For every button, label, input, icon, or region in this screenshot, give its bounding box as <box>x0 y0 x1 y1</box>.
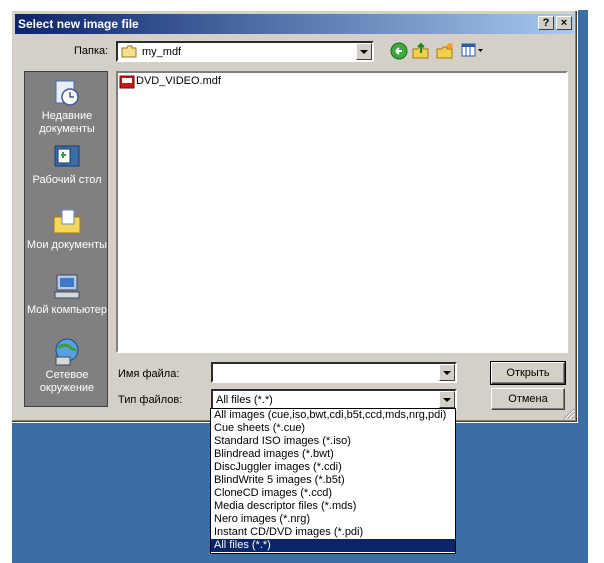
chevron-down-icon <box>360 49 368 54</box>
filetype-dropdown-list[interactable]: All images (cue,iso,bwt,cdi,b5t,ccd,mds,… <box>210 408 456 554</box>
open-button[interactable]: Открыть <box>490 361 566 385</box>
file-name: DVD_VIDEO.mdf <box>136 75 221 87</box>
dropdown-option[interactable]: Nero images (*.nrg) <box>211 513 455 526</box>
new-folder-icon[interactable] <box>436 42 454 60</box>
views-menu-icon[interactable] <box>461 43 485 59</box>
help-button[interactable]: ? <box>538 16 554 30</box>
dropdown-option-selected[interactable]: All files (*.*) <box>211 539 455 552</box>
chevron-down-icon <box>443 370 451 375</box>
mdf-file-icon <box>119 75 135 89</box>
right-margin <box>588 0 604 563</box>
filename-input[interactable] <box>211 362 457 383</box>
dialog-title: Select new image file <box>18 17 139 31</box>
cancel-button[interactable]: Отмена <box>491 388 565 410</box>
dropdown-option[interactable]: Media descriptor files (*.mds) <box>211 500 455 513</box>
dialog-titlebar[interactable]: Select new image file ? × <box>15 14 574 34</box>
lookin-value: my_mdf <box>142 46 182 58</box>
dropdown-option[interactable]: Standard ISO images (*.iso) <box>211 435 455 448</box>
places-bar: Недавние документы Рабочий стол Мои доку… <box>24 71 108 407</box>
filetype-select[interactable]: All files (*.*) <box>211 389 457 410</box>
dropdown-option[interactable]: CloneCD images (*.ccd) <box>211 487 455 500</box>
dropdown-option[interactable]: Blindread images (*.bwt) <box>211 448 455 461</box>
folder-icon <box>121 45 137 58</box>
desktop-icon <box>54 145 80 167</box>
filetype-dropdown-arrow[interactable] <box>439 391 455 408</box>
dropdown-option[interactable]: Instant CD/DVD images (*.pdi) <box>211 526 455 539</box>
file-list[interactable]: DVD_VIDEO.mdf <box>116 71 568 353</box>
dropdown-option[interactable]: Cue sheets (*.cue) <box>211 422 455 435</box>
dropdown-option[interactable]: All images (cue,iso,bwt,cdi,b5t,ccd,mds,… <box>211 409 455 422</box>
my-computer-icon <box>54 274 80 299</box>
place-recent[interactable]: Недавние документы <box>25 78 109 136</box>
chevron-down-icon <box>443 397 451 402</box>
place-label: Мой компьютер <box>26 304 108 316</box>
back-icon[interactable] <box>390 42 408 60</box>
dropdown-option[interactable]: DiscJuggler images (*.cdi) <box>211 461 455 474</box>
recent-documents-icon <box>55 80 79 106</box>
up-folder-icon[interactable] <box>412 42 430 60</box>
place-my-computer[interactable]: Мой компьютер <box>25 272 109 317</box>
place-network[interactable]: Сетевое окружение <box>25 337 109 395</box>
resize-grip-icon[interactable] <box>563 408 575 420</box>
filetype-label: Тип файлов: <box>118 394 183 406</box>
network-icon <box>55 338 79 366</box>
open-file-dialog: Select new image file ? × Папка: my_mdf <box>11 10 578 423</box>
lookin-label: Папка: <box>74 45 109 57</box>
place-my-documents[interactable]: Мои документы <box>25 207 109 252</box>
filename-dropdown-arrow[interactable] <box>439 364 455 381</box>
place-label: Мои документы <box>26 239 108 251</box>
place-label: Недавние документы <box>39 110 95 135</box>
filename-label: Имя файла: <box>118 368 180 380</box>
top-margin <box>0 0 604 10</box>
place-label: Сетевое окружение <box>39 369 95 394</box>
close-button[interactable]: × <box>556 16 572 30</box>
place-desktop[interactable]: Рабочий стол <box>25 142 109 187</box>
lookin-combobox[interactable]: my_mdf <box>116 41 374 62</box>
my-documents-icon <box>53 209 81 234</box>
dropdown-option[interactable]: BlindWrite 5 images (*.b5t) <box>211 474 455 487</box>
lookin-dropdown-arrow[interactable] <box>356 43 372 60</box>
place-label: Рабочий стол <box>32 174 102 186</box>
filetype-value: All files (*.*) <box>216 394 273 406</box>
